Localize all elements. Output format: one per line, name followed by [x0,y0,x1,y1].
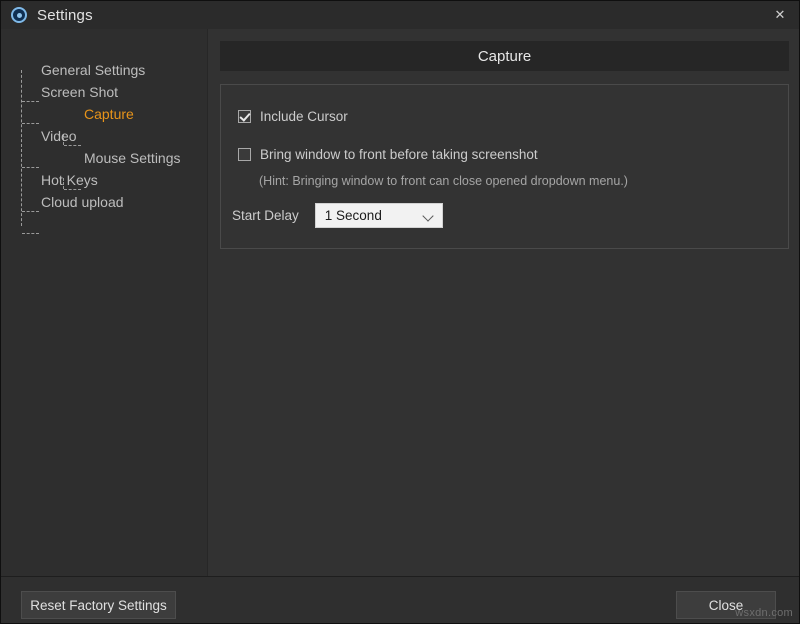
sidebar-item-general-settings[interactable]: General Settings [1,59,208,81]
close-icon[interactable]: ✕ [759,1,800,29]
bring-window-to-front-checkbox[interactable] [238,148,251,161]
window-title: Settings [37,7,93,24]
sidebar-item-label: Cloud upload [41,194,124,210]
sidebar-item-mouse-settings[interactable]: Mouse Settings [1,147,208,169]
sidebar-item-label: Mouse Settings [84,150,181,166]
sidebar-item-screen-shot[interactable]: Screen Shot [1,81,208,103]
start-delay-select[interactable]: 1 Second [315,203,443,228]
sidebar-item-hot-keys[interactable]: Hot Keys [1,169,208,191]
main-panel: Capture Include Cursor Bring window to f… [208,29,800,576]
sidebar-item-label: Hot Keys [41,172,98,188]
window-content: General Settings Screen Shot Capture Vid… [1,29,800,576]
include-cursor-label: Include Cursor [260,109,348,124]
sidebar-item-video[interactable]: Video [1,125,208,147]
app-lens-icon [11,7,27,23]
sidebar-item-label: Capture [84,106,134,122]
bring-window-hint: (Hint: Bringing window to front can clos… [259,174,628,188]
include-cursor-checkbox[interactable] [238,110,251,123]
sidebar-item-cloud-upload[interactable]: Cloud upload [1,191,208,213]
capture-options-group: Include Cursor Bring window to front bef… [220,84,789,249]
start-delay-value: 1 Second [325,208,382,223]
sidebar-item-label: Video [41,128,77,144]
start-delay-label: Start Delay [232,208,299,223]
sidebar: General Settings Screen Shot Capture Vid… [1,29,208,576]
tree-connector [22,233,39,234]
bring-window-to-front-row[interactable]: Bring window to front before taking scre… [238,147,538,162]
sidebar-item-label: General Settings [41,62,145,78]
watermark: wsxdn.com [735,607,793,619]
page-title: Capture [220,41,789,71]
footer-bar: Reset Factory Settings Close [1,576,800,624]
chevron-down-icon [422,210,433,221]
sidebar-item-label: Screen Shot [41,84,118,100]
settings-window: Settings ✕ General Settings Screen Shot [0,0,800,624]
include-cursor-row[interactable]: Include Cursor [238,109,348,124]
bring-window-to-front-label: Bring window to front before taking scre… [260,147,538,162]
sidebar-item-capture[interactable]: Capture [1,103,208,125]
title-bar: Settings ✕ [1,1,800,29]
start-delay-row: Start Delay 1 Second [232,203,443,228]
reset-factory-settings-button[interactable]: Reset Factory Settings [21,591,176,619]
